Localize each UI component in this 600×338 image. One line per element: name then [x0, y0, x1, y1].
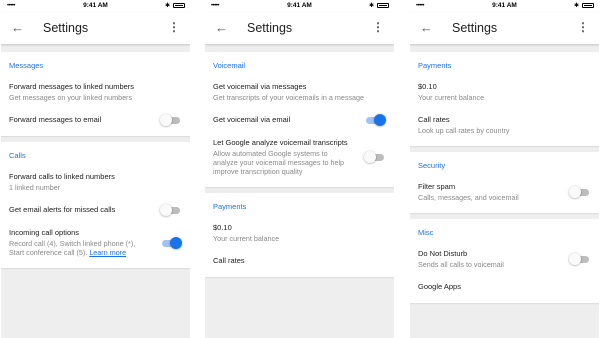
misc-section: Misc Do Not Disturb Sends all calls to v…	[410, 219, 599, 303]
filter-spam-toggle[interactable]	[569, 186, 589, 198]
row-title: Get voicemail via messages	[213, 82, 307, 91]
forward-messages-linked-row[interactable]: Forward messages to linked numbers Get m…	[1, 76, 190, 109]
toggle-knob	[170, 236, 182, 249]
section-header: Payments	[418, 61, 452, 70]
messages-section: Messages Forward messages to linked numb…	[1, 52, 190, 136]
voicemail-section: Voicemail Get voicemail via messages Get…	[205, 52, 394, 187]
incoming-call-options-row[interactable]: Incoming call options Record call (4), S…	[1, 222, 190, 264]
row-title: Call rates	[213, 256, 245, 265]
payments-section: Payments $0.10 Your current balance Call…	[410, 52, 599, 146]
row-title: $0.10	[418, 82, 437, 91]
status-time: 9:41 AM	[492, 2, 517, 9]
row-title: Call rates	[418, 115, 450, 124]
do-not-disturb-toggle[interactable]	[569, 253, 589, 265]
google-apps-row[interactable]: Google Apps	[410, 276, 599, 299]
row-subtitle: Record call (4), Switch linked phone (*)…	[9, 239, 182, 257]
status-time: 9:41 AM	[83, 2, 108, 9]
row-title: Filter spam	[418, 182, 456, 191]
analyze-transcripts-toggle[interactable]	[364, 151, 384, 163]
analyze-transcripts-row[interactable]: Let Google analyze voicemail transcripts…	[205, 132, 394, 183]
call-rates-row[interactable]: Call rates Look up call rates by country	[410, 109, 599, 142]
row-title: Forward messages to email	[9, 115, 102, 124]
toggle-knob	[160, 204, 172, 216]
forward-messages-email-toggle[interactable]	[160, 114, 180, 126]
bluetooth-icon: ✱	[573, 3, 579, 9]
status-bar: ••••• 9:41 AM ✱	[205, 0, 394, 12]
row-title: Forward calls to linked numbers	[9, 172, 115, 181]
section-header: Security	[418, 161, 446, 170]
section-header: Voicemail	[213, 61, 246, 70]
page-title: Settings	[247, 21, 293, 35]
do-not-disturb-row[interactable]: Do Not Disturb Sends all calls to voicem…	[410, 243, 599, 276]
row-subtitle: Your current balance	[418, 93, 485, 102]
row-title: Get email alerts for missed calls	[9, 205, 116, 214]
app-bar: ← Settings ⋮	[1, 12, 190, 44]
settings-screen-2: ••••• 9:41 AM ✱ ← Settings ⋮ Voicemail G…	[205, 0, 394, 338]
row-subtitle: Sends all calls to voicemail	[418, 260, 504, 269]
row-subtitle: Your current balance	[213, 234, 280, 243]
settings-screen-1: ••••• 9:41 AM ✱ ← Settings ⋮ Messages Fo…	[1, 0, 190, 338]
row-title: $0.10	[213, 223, 232, 232]
forward-calls-row[interactable]: Forward calls to linked numbers 1 linked…	[1, 166, 190, 199]
missed-call-alerts-row[interactable]: Get email alerts for missed calls	[1, 199, 190, 222]
row-subtitle: Calls, messages, and voicemail	[418, 193, 519, 202]
balance-row[interactable]: $0.10 Your current balance	[205, 217, 394, 250]
status-bar: ••••• 9:41 AM ✱	[1, 0, 190, 12]
more-options-icon[interactable]: ⋮	[168, 20, 180, 34]
page-title: Settings	[452, 21, 498, 35]
back-arrow-icon[interactable]: ←	[215, 20, 228, 35]
settings-screen-3: ••••• 9:41 AM ✱ ← Settings ⋮ Payments $0…	[410, 0, 599, 338]
call-rates-row[interactable]: Call rates	[205, 250, 394, 273]
more-options-icon[interactable]: ⋮	[372, 20, 384, 34]
row-title: Forward messages to linked numbers	[9, 82, 135, 91]
bluetooth-icon: ✱	[164, 3, 170, 9]
toggle-knob	[364, 151, 376, 163]
filter-spam-row[interactable]: Filter spam Calls, messages, and voicema…	[410, 176, 599, 209]
row-subtitle: Get transcripts of your voicemails in a …	[213, 93, 364, 102]
more-options-icon[interactable]: ⋮	[577, 20, 589, 34]
row-subtitle: Look up call rates by country	[418, 126, 510, 135]
toggle-knob	[569, 186, 581, 198]
section-header: Messages	[9, 61, 44, 70]
page-title: Settings	[43, 21, 89, 35]
payments-section: Payments $0.10 Your current balance Call…	[205, 193, 394, 277]
missed-call-alerts-toggle[interactable]	[160, 204, 180, 216]
toggle-knob	[374, 114, 386, 126]
section-header: Payments	[213, 202, 247, 211]
row-subtitle: Get messages on your linked numbers	[9, 93, 133, 102]
row-subtitle: Allow automated Google systems to analyz…	[213, 149, 345, 176]
battery-icon	[582, 3, 594, 8]
row-subtitle: 1 linked number	[9, 183, 61, 192]
row-title: Get voicemail via email	[213, 115, 291, 124]
back-arrow-icon[interactable]: ←	[11, 20, 24, 35]
section-header: Calls	[9, 151, 26, 160]
status-bar: ••••• 9:41 AM ✱	[410, 0, 599, 12]
battery-icon	[377, 3, 389, 8]
row-title: Incoming call options	[9, 228, 80, 237]
bluetooth-icon: ✱	[368, 3, 374, 9]
status-time: 9:41 AM	[287, 2, 312, 9]
app-bar: ← Settings ⋮	[205, 12, 394, 44]
incoming-call-options-toggle[interactable]	[162, 236, 182, 249]
app-bar: ← Settings ⋮	[410, 12, 599, 44]
battery-icon	[173, 3, 185, 8]
forward-messages-email-row[interactable]: Forward messages to email	[1, 109, 190, 132]
row-title: Let Google analyze voicemail transcripts	[213, 138, 348, 147]
row-title: Google Apps	[418, 282, 461, 291]
voicemail-email-row[interactable]: Get voicemail via email	[205, 109, 394, 132]
voicemail-email-toggle[interactable]	[366, 114, 386, 126]
balance-row[interactable]: $0.10 Your current balance	[410, 76, 599, 109]
section-header: Misc	[418, 228, 434, 237]
calls-section: Calls Forward calls to linked numbers 1 …	[1, 142, 190, 268]
toggle-knob	[569, 253, 581, 265]
security-section: Security Filter spam Calls, messages, an…	[410, 152, 599, 213]
toggle-knob	[160, 114, 172, 126]
row-title: Do Not Disturb	[418, 249, 468, 258]
back-arrow-icon[interactable]: ←	[420, 20, 433, 35]
learn-more-link[interactable]: Learn more	[89, 248, 126, 257]
voicemail-messages-row[interactable]: Get voicemail via messages Get transcrip…	[205, 76, 394, 109]
